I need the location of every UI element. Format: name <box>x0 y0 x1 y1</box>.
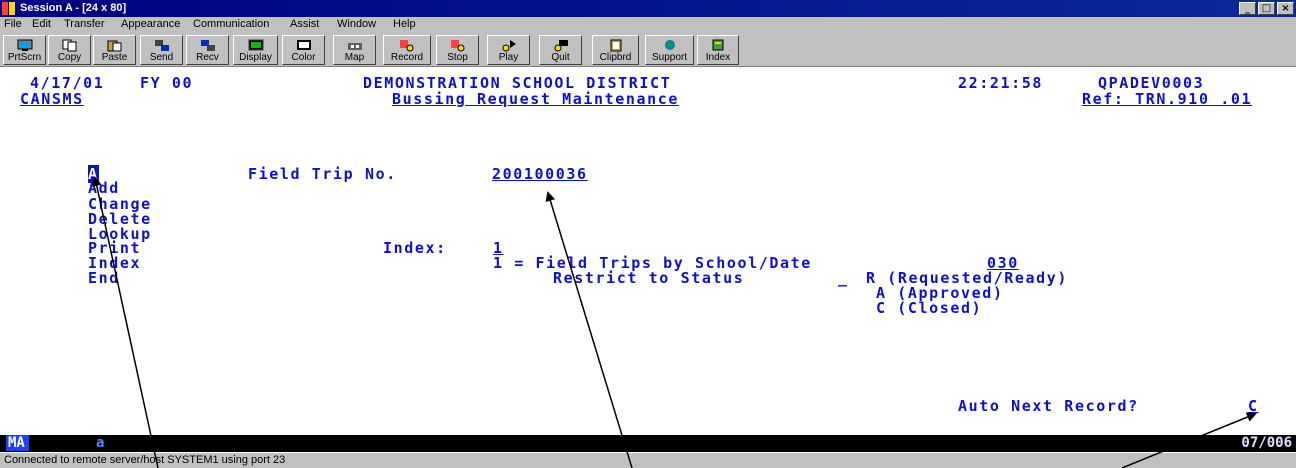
menu-appearance[interactable]: Appearance <box>121 18 180 30</box>
paste-icon <box>107 40 121 52</box>
field-trip-input[interactable]: 200100036 <box>492 165 652 183</box>
auto-next-input[interactable]: C <box>1248 397 1259 415</box>
cursor-position: 07/006 <box>1241 435 1292 451</box>
map-button[interactable]: Map <box>333 35 376 65</box>
clipbrd-button[interactable]: Clipbrd <box>592 35 639 65</box>
receive-icon <box>200 40 215 51</box>
field-trip-label: Field Trip No. <box>248 165 397 183</box>
maximize-button[interactable]: □ <box>1258 2 1275 15</box>
session-mode-indicator: MA <box>6 435 29 451</box>
menu-file[interactable]: File <box>4 18 22 30</box>
copy-button[interactable]: Copy <box>48 35 91 65</box>
send-button[interactable]: Send <box>140 35 183 65</box>
toolbar: PrtScrn Copy Paste Send Recv Display Col… <box>0 32 1296 67</box>
clipboard-icon <box>610 39 621 52</box>
recv-button[interactable]: Recv <box>186 35 229 65</box>
menu-assist[interactable]: Assist <box>290 18 319 30</box>
print-screen-icon <box>17 39 32 51</box>
session-marker: a <box>96 435 105 451</box>
paste-button[interactable]: Paste <box>93 35 136 65</box>
display-icon <box>248 39 263 51</box>
display-button[interactable]: Display <box>233 35 278 65</box>
menu-help[interactable]: Help <box>393 18 416 30</box>
restrict-status-input[interactable]: _ <box>838 269 849 287</box>
color-icon <box>296 40 311 50</box>
status-closed: C (Closed) <box>876 299 983 317</box>
map-icon <box>347 43 362 50</box>
prtscrn-button[interactable]: PrtScrn <box>3 35 46 65</box>
record-icon <box>400 40 414 52</box>
restrict-status-label: Restrict to Status <box>553 269 745 287</box>
menu-edit[interactable]: Edit <box>32 18 51 30</box>
record-button[interactable]: Record <box>383 35 431 65</box>
stop-button[interactable]: Stop <box>436 35 479 65</box>
operator-info-area: MA a 07/006 <box>0 435 1296 452</box>
auto-next-label: Auto Next Record? <box>958 397 1139 415</box>
menu-window[interactable]: Window <box>337 18 376 30</box>
copy-icon <box>62 39 76 52</box>
close-button[interactable]: × <box>1277 2 1294 15</box>
window-title: Session A - [24 x 80] <box>20 2 127 14</box>
color-button[interactable]: Color <box>282 35 325 65</box>
play-icon <box>502 40 516 52</box>
support-icon <box>664 40 675 50</box>
index-button[interactable]: Index <box>697 35 739 65</box>
status-bar: Connected to remote server/host SYSTEM1 … <box>0 452 1296 468</box>
title-bar: Session A - [24 x 80] _ □ × <box>0 0 1296 17</box>
header-ref: Ref: TRN.910 .01 <box>1082 90 1253 108</box>
play-button[interactable]: Play <box>487 35 530 65</box>
session-icon <box>2 2 16 15</box>
index-icon <box>712 39 724 51</box>
support-button[interactable]: Support <box>645 35 694 65</box>
menu-bar: File Edit Transfer Appearance Communicat… <box>0 17 1296 32</box>
minimize-button[interactable]: _ <box>1239 2 1256 15</box>
menu-communication[interactable]: Communication <box>193 18 269 30</box>
stop-icon <box>450 40 464 52</box>
header-time: 22:21:58 <box>958 74 1044 92</box>
header-user: CANSMS <box>20 90 84 108</box>
screen-title: Bussing Request Maintenance <box>392 90 680 108</box>
index-label: Index: <box>383 239 447 257</box>
quit-icon <box>554 40 568 52</box>
header-fiscal-year: FY 00 <box>140 74 194 92</box>
send-icon <box>154 40 169 51</box>
action-end: End <box>88 269 120 287</box>
terminal-screen[interactable]: 4/17/01 FY 00 DEMONSTRATION SCHOOL DISTR… <box>0 67 1296 435</box>
quit-button[interactable]: Quit <box>539 35 582 65</box>
menu-transfer[interactable]: Transfer <box>64 18 105 30</box>
